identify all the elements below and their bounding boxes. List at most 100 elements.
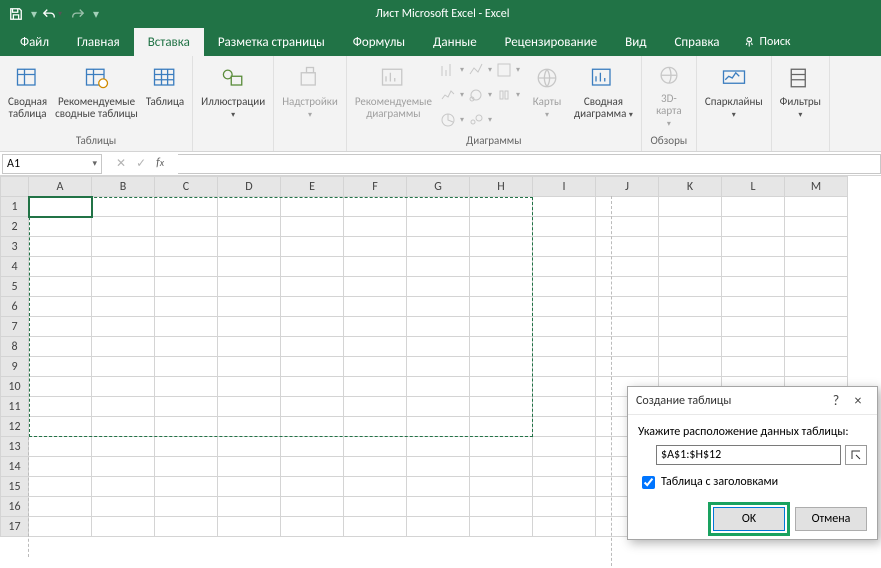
cell[interactable] (155, 517, 218, 537)
cell[interactable] (29, 277, 92, 297)
undo-icon[interactable]: ▾ (40, 2, 64, 26)
cell[interactable] (344, 277, 407, 297)
cell[interactable] (344, 457, 407, 477)
cell[interactable] (596, 317, 659, 337)
help-icon[interactable]: ? (825, 392, 847, 409)
cell[interactable] (470, 377, 533, 397)
addins-button[interactable]: Надстройки▾ (278, 58, 342, 132)
cell[interactable] (92, 517, 155, 537)
cell[interactable] (155, 497, 218, 517)
cell[interactable] (533, 497, 596, 517)
formula-bar[interactable] (178, 154, 881, 174)
cell[interactable] (470, 357, 533, 377)
cell[interactable] (722, 277, 785, 297)
fx-icon[interactable]: fx (156, 156, 164, 171)
cell[interactable] (155, 217, 218, 237)
cell[interactable] (344, 397, 407, 417)
cell[interactable] (281, 477, 344, 497)
cell[interactable] (533, 337, 596, 357)
cell[interactable] (344, 517, 407, 537)
cell[interactable] (29, 377, 92, 397)
cell[interactable] (29, 477, 92, 497)
cell[interactable] (407, 357, 470, 377)
tell-me-search[interactable]: Поиск (734, 28, 801, 56)
cell[interactable] (29, 417, 92, 437)
redo-icon[interactable] (66, 2, 90, 26)
cell[interactable] (533, 457, 596, 477)
cell[interactable] (29, 317, 92, 337)
cell[interactable] (407, 457, 470, 477)
cell[interactable] (470, 517, 533, 537)
row-header[interactable]: 5 (1, 277, 29, 297)
cell[interactable] (785, 337, 848, 357)
cell[interactable] (92, 397, 155, 417)
cell[interactable] (218, 237, 281, 257)
cell[interactable] (785, 317, 848, 337)
cell[interactable] (596, 337, 659, 357)
row-header[interactable]: 10 (1, 377, 29, 397)
cell[interactable] (533, 237, 596, 257)
cell[interactable] (281, 437, 344, 457)
cell[interactable] (659, 317, 722, 337)
cell[interactable] (344, 477, 407, 497)
cell[interactable] (344, 237, 407, 257)
enter-formula-icon[interactable]: ✓ (136, 156, 146, 171)
cell[interactable] (281, 377, 344, 397)
table-button[interactable]: Таблица (142, 58, 188, 132)
cell[interactable] (659, 357, 722, 377)
cell[interactable] (281, 337, 344, 357)
cell[interactable] (659, 277, 722, 297)
row-header[interactable]: 6 (1, 297, 29, 317)
cell[interactable] (281, 497, 344, 517)
cell[interactable] (470, 297, 533, 317)
tab-help[interactable]: Справка (660, 28, 733, 56)
cell[interactable] (407, 337, 470, 357)
cell[interactable] (92, 237, 155, 257)
cell[interactable] (218, 377, 281, 397)
cell[interactable] (92, 197, 155, 217)
cell[interactable] (29, 397, 92, 417)
row-header[interactable]: 3 (1, 237, 29, 257)
cell[interactable] (785, 297, 848, 317)
cell[interactable] (722, 357, 785, 377)
cell[interactable] (533, 317, 596, 337)
cell[interactable] (785, 197, 848, 217)
cell[interactable] (155, 257, 218, 277)
cell[interactable] (29, 337, 92, 357)
maps-button[interactable]: Карты▾ (524, 58, 570, 132)
cell[interactable] (785, 217, 848, 237)
tab-file[interactable]: Файл (6, 28, 63, 56)
cell[interactable] (281, 277, 344, 297)
cell[interactable] (344, 317, 407, 337)
row-header[interactable]: 1 (1, 197, 29, 217)
cell[interactable] (407, 217, 470, 237)
cell[interactable] (218, 197, 281, 217)
cell[interactable] (92, 257, 155, 277)
cell[interactable] (344, 437, 407, 457)
cell[interactable] (470, 197, 533, 217)
tab-home[interactable]: Главная (63, 28, 134, 56)
cell[interactable] (29, 457, 92, 477)
cell[interactable] (155, 417, 218, 437)
cell[interactable] (470, 417, 533, 437)
cell[interactable] (92, 437, 155, 457)
col-header[interactable]: E (281, 177, 344, 197)
cell[interactable] (281, 197, 344, 217)
cell[interactable] (155, 337, 218, 357)
cell[interactable] (533, 257, 596, 277)
cell[interactable] (281, 217, 344, 237)
cell[interactable] (533, 517, 596, 537)
cell[interactable] (470, 337, 533, 357)
cell[interactable] (470, 397, 533, 417)
cell[interactable] (29, 497, 92, 517)
cell[interactable] (407, 377, 470, 397)
row-header[interactable]: 8 (1, 337, 29, 357)
col-header[interactable]: M (785, 177, 848, 197)
cell[interactable] (407, 197, 470, 217)
filters-button[interactable]: Фильтры▾ (776, 58, 825, 132)
3d-map-button[interactable]: 3D- карта▾ (646, 58, 692, 132)
cell[interactable] (218, 457, 281, 477)
cell[interactable] (218, 517, 281, 537)
cell[interactable] (722, 197, 785, 217)
cell[interactable] (533, 197, 596, 217)
